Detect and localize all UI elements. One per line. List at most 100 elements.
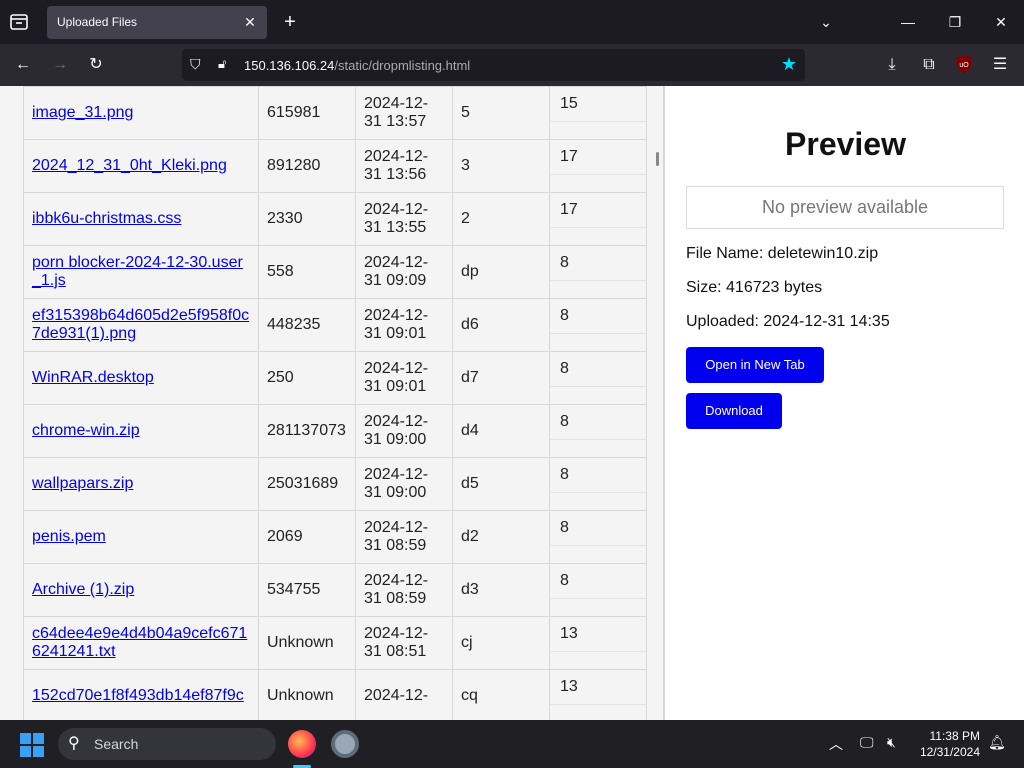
open-in-new-tab-button[interactable]: Open in New Tab [686,347,824,383]
file-link[interactable]: Archive (1).zip [32,581,250,599]
table-row: ibbk6u-christmas.css 2330 2024-12-31 13:55… [23,192,647,246]
file-date-cell: 2024-12-31 09:00 [355,457,453,511]
file-name-cell: WinRAR.desktop [23,351,259,405]
file-count-cell: 13 [549,669,647,720]
bookmark-star-icon[interactable]: ★ [781,54,797,75]
file-name-cell: wallpapars.zip [23,457,259,511]
table-row: 2024_12_31_0ht_Kleki.png 891280 2024-12-31… [23,139,647,193]
scrollbar-thumb[interactable] [656,152,659,166]
file-link[interactable]: ibbk6u-christmas.css [32,210,250,228]
file-count: 8 [550,564,646,599]
file-date-cell: 2024-12-31 13:57 [355,86,453,140]
file-type-cell: d6 [452,298,550,352]
file-count: 8 [550,511,646,546]
file-date-cell: 2024-12-31 08:51 [355,616,453,670]
file-list-pane[interactable]: 1818 4b7.txt 31 14:01 image_31.png615981… [0,86,665,720]
file-count: 15 [550,87,646,122]
file-type-cell: d5 [452,457,550,511]
url-bar[interactable]: ⛉ 🔓︎ 150.136.106.24/static/dropmlisting.… [182,49,805,81]
table-row: c64dee4e9e4d4b04a9cefc6716241241.txt Unkn… [23,616,647,670]
windows-start-icon[interactable] [20,733,44,757]
forward-icon[interactable]: → [48,53,72,77]
tab-list-icon[interactable] [8,11,30,33]
file-count: 8 [550,352,646,387]
file-count: 8 [550,405,646,440]
menu-icon[interactable]: ☰ [988,53,1012,77]
file-size-cell: 534755 [258,563,356,617]
network-icon[interactable]: 🖵︎ [860,734,874,751]
file-size-cell: 2330 [258,192,356,246]
extensions-icon[interactable]: ⧉ [917,53,941,77]
file-count: 17 [550,140,646,175]
table-row: 152cd70e1f8f493db14ef87f9c Unknown 2024-12… [23,669,647,720]
table-row: WinRAR.desktop 250 2024-12-31 09:01 d7 8 [23,351,647,405]
file-date-cell: 2024-12-31 09:00 [355,404,453,458]
file-count-cell: 17 [549,192,647,246]
file-link[interactable]: porn blocker-2024-12-30.user_1.js [32,254,250,290]
table-row: Archive (1).zip 534755 2024-12-31 08:59 d3 8 [23,563,647,617]
reload-icon[interactable]: ↻ [84,53,108,77]
file-link[interactable]: penis.pem [32,528,250,546]
active-tab[interactable]: Uploaded Files ✕ [47,6,267,39]
file-link[interactable]: image_31.png [32,104,250,122]
downloads-icon[interactable]: ⤓ [880,53,904,77]
settings-gear-icon[interactable] [331,730,359,758]
file-type-cell: 5 [452,86,550,140]
notification-bell-icon[interactable]: 🔔︎ [988,734,1006,751]
file-size-cell: Unknown [258,616,356,670]
file-date-cell: 2024-12-31 09:09 [355,245,453,299]
ublock-icon[interactable]: uO [952,53,976,77]
restore-icon[interactable]: ❐ [943,10,967,34]
file-link[interactable]: c64dee4e9e4d4b04a9cefc6716241241.txt [32,625,250,661]
file-link[interactable]: wallpapars.zip [32,475,250,493]
back-icon[interactable]: ← [11,53,35,77]
tray-time[interactable]: 11:38 PM [930,729,980,743]
file-count-cell: 8 [549,298,647,352]
tab-close-icon[interactable]: ✕ [241,13,259,31]
file-link[interactable]: 152cd70e1f8f493db14ef87f9c [32,687,250,705]
file-link[interactable]: 2024_12_31_0ht_Kleki.png [32,157,250,175]
tray-date[interactable]: 12/31/2024 [920,745,980,759]
download-button[interactable]: Download [686,393,782,429]
file-count: 13 [550,617,646,652]
page-viewport: 1818 4b7.txt 31 14:01 image_31.png615981… [0,86,1024,720]
file-link[interactable]: ef315398b64d605d2e5f958f0c7de931(1).png [32,307,250,343]
speaker-muted-icon[interactable]: 🔇︎ [887,734,896,751]
file-count-cell: 17 [549,139,647,193]
preview-file-name: File Name: deletewin10.zip [686,245,879,262]
file-name-cell: 152cd70e1f8f493db14ef87f9c [23,669,259,720]
file-date-cell: 2024-12-31 09:01 [355,298,453,352]
file-type-cell: dp [452,245,550,299]
table-row: ef315398b64d605d2e5f958f0c7de931(1).png 4… [23,298,647,352]
table-row: wallpapars.zip 25031689 2024-12-31 09:00 d5… [23,457,647,511]
file-count: 13 [550,670,646,705]
file-link[interactable]: chrome-win.zip [32,422,250,440]
shield-icon[interactable]: ⛉ [190,56,201,73]
tray-chevron-up-icon[interactable]: ︿ [829,734,843,754]
file-type-cell: 3 [452,139,550,193]
file-count-cell: 13 [549,616,647,670]
file-name-cell: c64dee4e9e4d4b04a9cefc6716241241.txt [23,616,259,670]
taskbar-search[interactable]: ⚲ Search [58,728,276,760]
new-tab-icon[interactable]: + [280,12,300,32]
close-window-icon[interactable]: ✕ [989,10,1013,34]
tab-overflow-chevron-icon[interactable]: ⌄ [814,10,838,34]
tab-title: Uploaded Files [57,15,138,29]
navigation-bar: ← → ↻ ⛉ 🔓︎ 150.136.106.24/static/dropmli… [0,44,1024,86]
file-type-cell: cq [452,669,550,720]
file-link[interactable]: WinRAR.desktop [32,369,250,387]
file-size-cell: 250 [258,351,356,405]
insecure-lock-icon[interactable]: 🔓︎ [218,56,226,72]
preview-pane: Preview No preview available File Name: … [667,86,1024,720]
preview-uploaded: Uploaded: 2024-12-31 14:35 [686,313,890,330]
file-size-cell: 558 [258,245,356,299]
minimize-icon[interactable]: — [896,10,920,34]
file-count: 17 [550,193,646,228]
firefox-icon[interactable] [288,730,316,758]
file-count-cell: 8 [549,245,647,299]
file-size-cell: 891280 [258,139,356,193]
svg-text:uO: uO [959,62,969,69]
file-date-cell: 2024-12-31 13:56 [355,139,453,193]
file-type-cell: d3 [452,563,550,617]
file-size-cell: Unknown [258,669,356,720]
